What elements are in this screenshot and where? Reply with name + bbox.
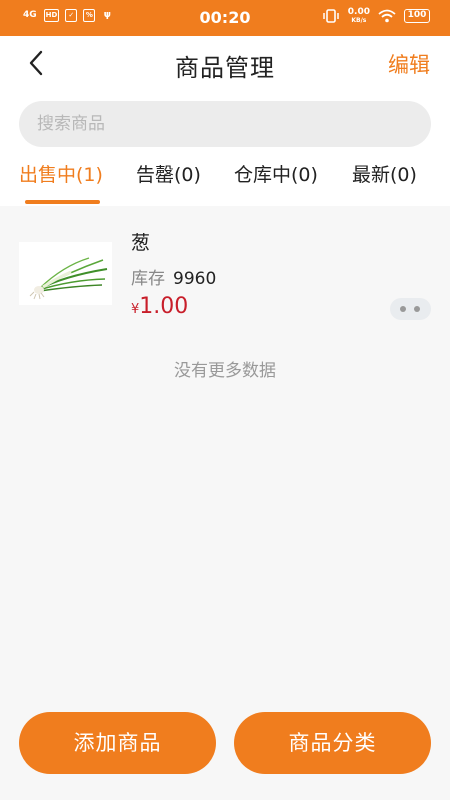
tab-on-sale[interactable]: 出售中(1) <box>19 160 103 187</box>
edit-button[interactable]: 编辑 <box>388 49 430 79</box>
tab-sold-out[interactable]: 告罄(0) <box>136 160 201 187</box>
net-speed-unit: KB/s <box>351 17 367 24</box>
more-dot-icon <box>400 306 406 312</box>
status-icons-right: 0.00 KB/s 100 <box>322 8 430 24</box>
back-button[interactable] <box>22 48 52 78</box>
green-onion-image <box>19 242 112 305</box>
list-end-text: 没有更多数据 <box>174 361 276 381</box>
add-product-button[interactable]: 添加商品 <box>19 712 216 774</box>
stock-value: 9960 <box>173 269 217 289</box>
search-bar <box>0 90 450 152</box>
search-input[interactable] <box>19 101 431 147</box>
product-stock: 库存 9960 <box>131 264 216 289</box>
more-options-button[interactable] <box>390 298 431 320</box>
battery-icon: 100 <box>404 9 430 23</box>
product-image <box>19 242 112 305</box>
price-amount: 1.00 <box>139 294 189 319</box>
page-title: 商品管理 <box>175 54 275 82</box>
net-speed: 0.00 KB/s <box>347 7 370 25</box>
product-item[interactable]: 葱 库存 9960 ¥1.00 <box>0 220 450 330</box>
more-dot-icon <box>414 306 420 312</box>
wifi-icon <box>378 9 396 23</box>
stock-label: 库存 <box>131 269 165 289</box>
nav-bar: 商品管理 编辑 <box>0 36 450 90</box>
net-speed-value: 0.00 <box>347 7 370 17</box>
tab-newest[interactable]: 最新(0) <box>352 160 417 187</box>
product-category-button[interactable]: 商品分类 <box>234 712 431 774</box>
product-name: 葱 <box>131 232 151 254</box>
tab-in-warehouse[interactable]: 仓库中(0) <box>234 160 318 187</box>
product-price: ¥1.00 <box>131 294 188 319</box>
active-tab-indicator <box>25 200 100 204</box>
status-bar: 4G HD ✓ % ψ 00:20 0.00 KB/s 100 <box>0 0 450 36</box>
chevron-left-icon <box>29 50 43 76</box>
vibrate-icon <box>323 9 339 23</box>
tab-bar: 出售中(1) 告罄(0) 仓库中(0) 最新(0) <box>0 152 450 206</box>
